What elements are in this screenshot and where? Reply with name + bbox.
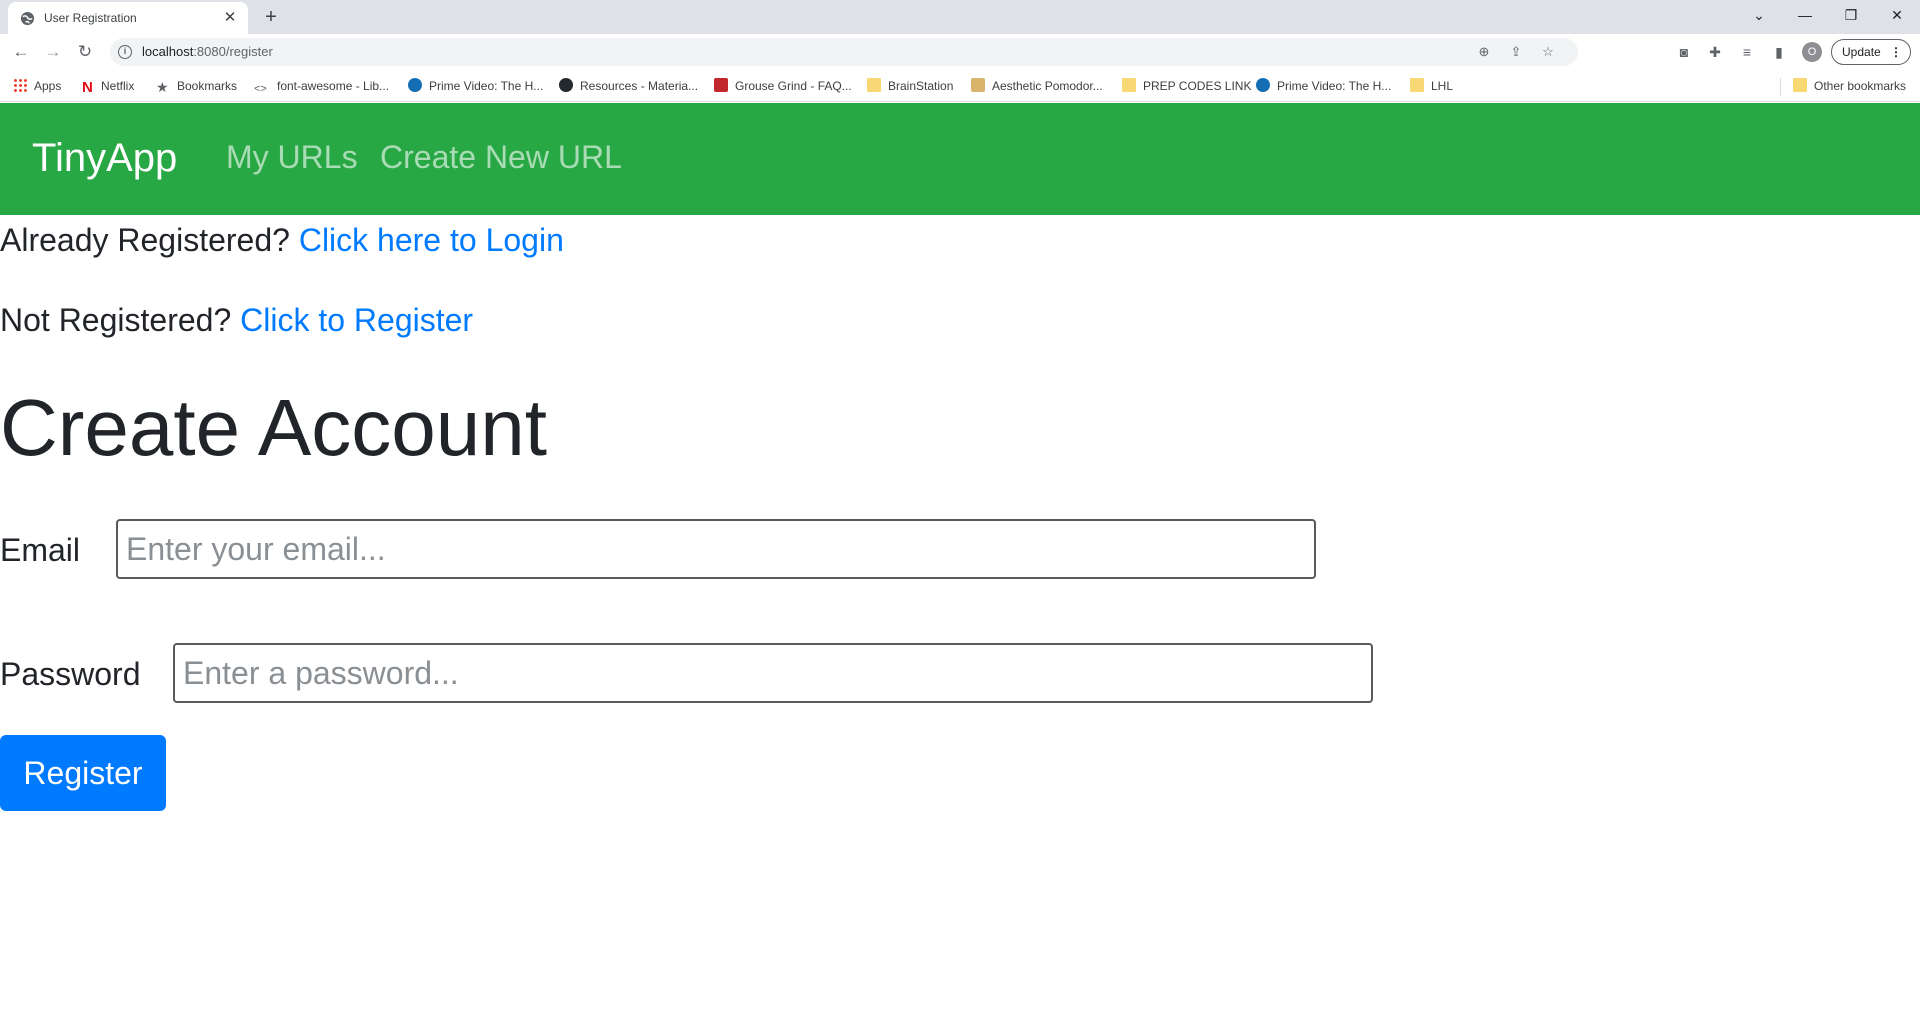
bookmark-netflix[interactable]: N Netflix (82, 77, 134, 95)
page-title: Create Account (0, 383, 547, 472)
browser-tab[interactable]: User Registration ✕ (8, 2, 248, 34)
bookmark-prep-codes[interactable]: PREP CODES LINK (1122, 77, 1251, 95)
netflix-icon: N (82, 79, 93, 96)
url-path: :8080/register (193, 44, 273, 59)
browser-toolbar: ← → ↻ i localhost:8080/register ⊕ ⇪ ☆ ◙ … (0, 34, 1920, 70)
update-button[interactable]: Update ⋮ (1831, 39, 1911, 65)
reading-list-icon[interactable]: ≡ (1737, 42, 1757, 62)
folder-icon (1793, 78, 1807, 92)
not-registered-text: Not Registered? (0, 302, 232, 338)
email-field[interactable] (116, 519, 1316, 579)
reload-icon[interactable]: ↻ (73, 40, 97, 64)
code-icon: <> (254, 83, 267, 95)
camera-icon[interactable]: ◙ (1674, 42, 1694, 62)
grouse-grind-icon (714, 78, 728, 92)
restore-icon[interactable]: ❐ (1828, 0, 1874, 30)
address-bar[interactable]: i localhost:8080/register ⊕ ⇪ ☆ (110, 38, 1578, 66)
menu-dots-icon: ⋮ (1890, 45, 1902, 59)
app-navbar: TinyApp My URLs Create New URL (0, 103, 1920, 215)
bookmark-other[interactable]: Other bookmarks (1793, 77, 1906, 95)
bookmarks-divider (1780, 78, 1781, 96)
nav-link-create-new-url[interactable]: Create New URL (380, 141, 622, 173)
tab-search-icon[interactable]: ⌄ (1736, 0, 1782, 30)
close-tab-icon[interactable]: ✕ (220, 8, 240, 28)
not-registered-line: Not Registered? Click to Register (0, 301, 473, 339)
side-panel-icon[interactable]: ▮ (1769, 42, 1789, 62)
new-tab-button[interactable]: + (258, 4, 284, 30)
prime-video-icon (408, 78, 422, 92)
bookmark-bookmarks[interactable]: ★ Bookmarks (156, 77, 237, 95)
bookmark-aesthetic-pomodoro[interactable]: Aesthetic Pomodor... (971, 77, 1103, 95)
register-button[interactable]: Register (0, 735, 166, 811)
url-text[interactable]: localhost:8080/register (142, 44, 273, 59)
extensions-icon[interactable]: ✚ (1705, 42, 1725, 62)
already-registered-line: Already Registered? Click here to Login (0, 221, 564, 259)
bookmark-label: Resources - Materia... (580, 79, 699, 93)
tab-title: User Registration (44, 11, 137, 25)
bookmark-label: Prime Video: The H... (429, 79, 544, 93)
bookmark-label: Grouse Grind - FAQ... (735, 79, 852, 93)
bookmark-font-awesome[interactable]: <> font-awesome - Lib... (254, 77, 389, 95)
password-label: Password (0, 656, 141, 692)
back-icon[interactable]: ← (9, 40, 33, 64)
bookmark-label: PREP CODES LINK (1143, 79, 1252, 93)
bookmark-label: LHL (1431, 79, 1454, 93)
browser-tab-strip: User Registration ✕ + ⌄ — ❐ ✕ (0, 0, 1920, 34)
update-label: Update (1842, 45, 1881, 59)
bookmark-label: Apps (34, 79, 62, 93)
nav-link-my-urls[interactable]: My URLs (226, 141, 358, 173)
bookmark-brainstation[interactable]: BrainStation (867, 77, 953, 95)
apps-icon (13, 78, 27, 92)
bookmark-prime-video-2[interactable]: Prime Video: The H... (1256, 77, 1391, 95)
bookmark-label: Prime Video: The H... (1277, 79, 1392, 93)
star-icon: ★ (156, 79, 169, 95)
bookmark-label: Netflix (101, 79, 135, 93)
site-info-icon[interactable]: i (118, 45, 132, 59)
bookmark-lhl[interactable]: LHL (1410, 77, 1453, 95)
folder-icon (1410, 78, 1424, 92)
github-icon (559, 78, 573, 92)
share-icon[interactable]: ⇪ (1506, 42, 1526, 62)
register-link[interactable]: Click to Register (240, 302, 473, 338)
close-window-icon[interactable]: ✕ (1874, 0, 1920, 30)
password-field[interactable] (173, 643, 1373, 703)
bookmark-star-icon[interactable]: ☆ (1538, 42, 1558, 62)
bookmark-label: Other bookmarks (1814, 79, 1907, 93)
bookmark-resources[interactable]: Resources - Materia... (559, 77, 698, 95)
navbar-brand[interactable]: TinyApp (32, 138, 177, 178)
profile-avatar[interactable]: O (1802, 42, 1822, 62)
globe-icon (20, 11, 35, 26)
aesthetic-icon (971, 78, 985, 92)
zoom-icon[interactable]: ⊕ (1474, 42, 1494, 62)
bookmark-grouse-grind[interactable]: Grouse Grind - FAQ... (714, 77, 852, 95)
bookmarks-bar: Apps N Netflix ★ Bookmarks <> font-awesome … (0, 70, 1920, 102)
bookmark-label: Bookmarks (177, 79, 238, 93)
bookmark-label: BrainStation (888, 79, 954, 93)
bookmark-label: Aesthetic Pomodor... (992, 79, 1103, 93)
folder-icon (867, 78, 881, 92)
minimize-icon[interactable]: — (1782, 0, 1828, 30)
prime-video-icon (1256, 78, 1270, 92)
url-host: localhost (142, 44, 194, 59)
already-registered-text: Already Registered? (0, 222, 290, 258)
login-link[interactable]: Click here to Login (299, 222, 564, 258)
bookmark-label: font-awesome - Lib... (277, 79, 390, 93)
bookmark-apps[interactable]: Apps (13, 77, 61, 95)
forward-icon[interactable]: → (41, 40, 65, 64)
email-label: Email (0, 532, 81, 568)
bookmark-prime-video[interactable]: Prime Video: The H... (408, 77, 543, 95)
folder-icon (1122, 78, 1136, 92)
